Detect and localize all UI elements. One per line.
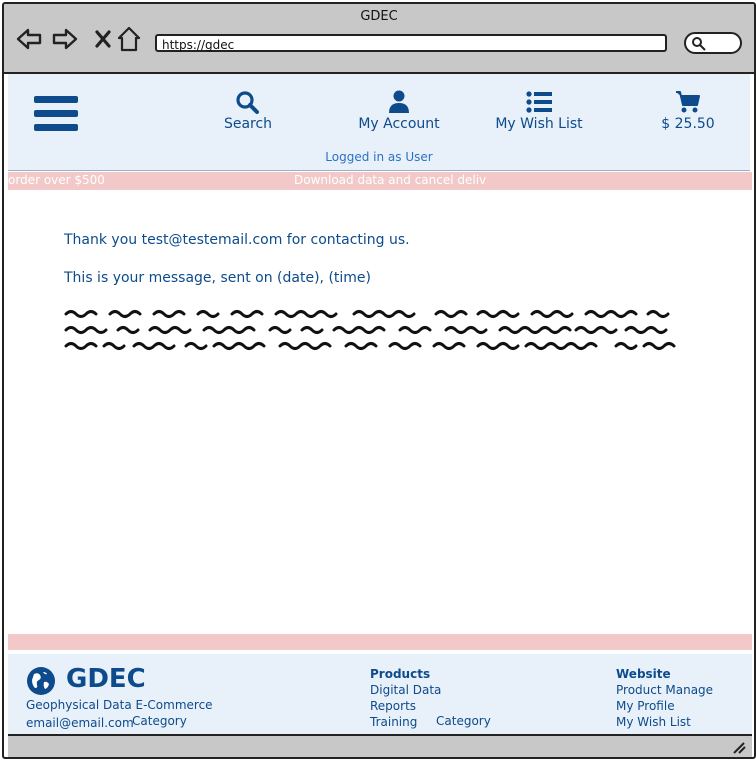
footer-band — [8, 634, 752, 650]
search-icon — [218, 90, 278, 114]
promo-text-2: Download data and cancel deliv — [294, 173, 487, 187]
menu-icon[interactable] — [34, 96, 78, 136]
footer-link-reports[interactable]: Reports — [370, 698, 441, 714]
footer-link-my-wish-list[interactable]: My Wish List — [616, 714, 713, 730]
message-body-placeholder — [64, 306, 684, 354]
footer-email-link[interactable]: email@email.com — [26, 716, 134, 730]
forward-icon[interactable] — [52, 24, 78, 54]
footer-category-link[interactable]: Category — [132, 714, 187, 728]
back-icon[interactable] — [16, 24, 42, 54]
browser-status-bar — [8, 734, 752, 757]
address-bar[interactable]: https://gdec — [155, 34, 667, 52]
footer-logo-text: GDEC — [66, 664, 146, 694]
footer-link-training[interactable]: Training — [370, 714, 441, 730]
globe-icon — [26, 666, 56, 696]
footer-link-my-profile[interactable]: My Profile — [616, 698, 713, 714]
cart-icon — [656, 90, 720, 114]
login-status: Logged in as User — [325, 150, 433, 164]
browser-toolbar: GDEC https://gdec — [4, 4, 754, 74]
list-icon — [494, 90, 584, 114]
nav-search-label: Search — [223, 116, 273, 132]
nav-wishlist[interactable]: My Wish List — [494, 90, 584, 132]
footer-products-column: Products Digital Data Reports Training — [370, 666, 441, 730]
nav-account[interactable]: My Account — [354, 90, 444, 132]
nav-search[interactable]: Search — [218, 90, 278, 132]
nav-wishlist-label: My Wish List — [495, 116, 583, 132]
footer-website-column: Website Product Manage My Profile My Wis… — [616, 666, 713, 730]
site-header: Search My Account My Wish List $ 25.50 L… — [8, 74, 750, 171]
close-icon[interactable] — [90, 24, 116, 54]
promo-banner: order over $500 Download data and cancel… — [8, 172, 752, 190]
footer-products-category-link[interactable]: Category — [436, 714, 491, 728]
search-icon — [692, 37, 706, 51]
resize-handle-icon[interactable] — [732, 742, 746, 754]
nav-cart[interactable]: $ 25.50 — [656, 90, 720, 132]
footer-products-heading: Products — [370, 667, 431, 681]
home-icon[interactable] — [116, 24, 142, 54]
site-footer: GDEC Geophysical Data E-Commerce email@e… — [8, 654, 752, 734]
window-title: GDEC — [360, 9, 398, 24]
footer-link-product-manage[interactable]: Product Manage — [616, 682, 713, 698]
nav-cart-total: $ 25.50 — [661, 116, 715, 132]
promo-text-1: order over $500 — [8, 173, 105, 187]
sent-info: This is your message, sent on (date), (t… — [64, 270, 371, 286]
browser-window: GDEC https://gdec Search My Account My W… — [2, 2, 756, 759]
nav-account-label: My Account — [358, 116, 440, 132]
footer-website-heading: Website — [616, 667, 671, 681]
thank-you-message: Thank you test@testemail.com for contact… — [64, 232, 410, 248]
footer-link-digital-data[interactable]: Digital Data — [370, 682, 441, 698]
footer-subtitle: Geophysical Data E-Commerce — [26, 698, 213, 712]
user-icon — [354, 90, 444, 114]
browser-search-box[interactable] — [684, 32, 742, 54]
